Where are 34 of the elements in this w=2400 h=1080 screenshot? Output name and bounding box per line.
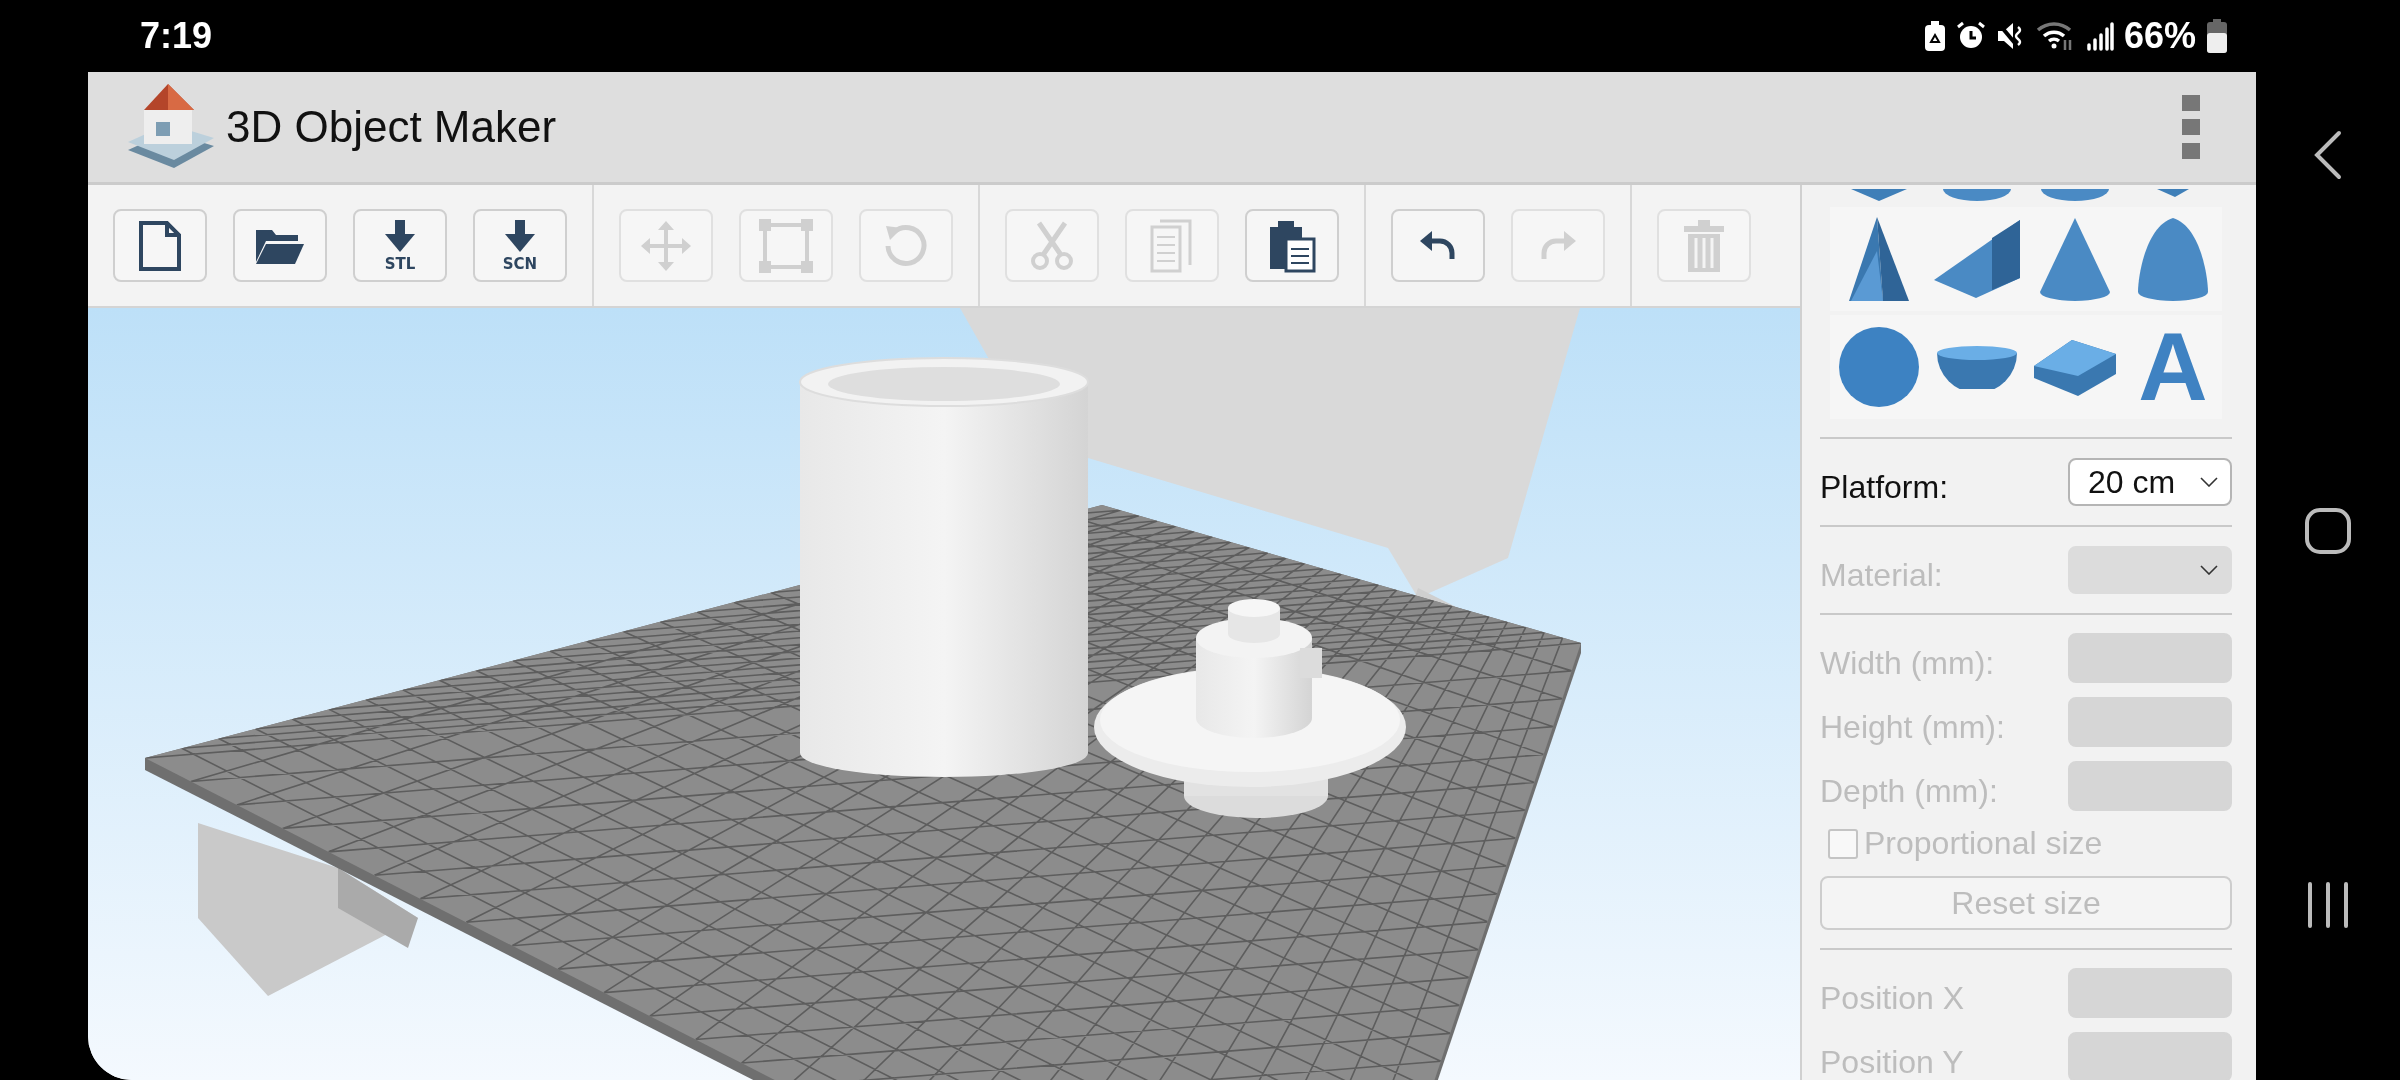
undo-button[interactable] [1391,209,1485,282]
alarm-icon [1955,21,1986,51]
paste-button[interactable] [1245,209,1339,282]
battery-saver-icon [1923,21,1946,51]
scissors-icon [1031,220,1073,271]
resize-frame-icon [759,218,813,273]
document-icon [138,219,182,272]
size-select[interactable]: 20 cm [2068,458,2232,506]
download-button[interactable]: STL [353,209,447,282]
clipboard-icon [1268,218,1316,273]
open-button[interactable] [233,209,327,282]
recents-icon[interactable] [2306,882,2350,928]
sphere-icon[interactable] [1837,325,1921,409]
overflow-menu-icon [2182,95,2200,159]
back-icon[interactable] [2314,130,2342,180]
signal-icon [2085,21,2114,51]
trash-icon [1684,219,1724,272]
download-arrow-icon [505,219,535,254]
field-label: Platform: [1820,467,1949,506]
download-arrow-icon [385,219,415,254]
chevron-down-icon [2200,565,2218,575]
wedge-icon[interactable] [1932,218,2022,300]
status-time: 7:19 [140,15,214,57]
battery-icon [2206,19,2228,53]
new-button[interactable] [113,209,207,282]
download-button[interactable]: SCN [473,209,567,282]
app-title: 3D Object Maker [226,102,558,152]
battery-percent: 66% [2123,15,2196,57]
paraboloid-icon[interactable] [2136,216,2210,302]
home-icon[interactable] [2304,507,2352,555]
move-arrows-icon [641,220,691,271]
chevron-down-icon [2200,477,2218,487]
hemisphere-icon[interactable] [1935,345,2019,389]
cone-icon[interactable] [2038,216,2112,302]
